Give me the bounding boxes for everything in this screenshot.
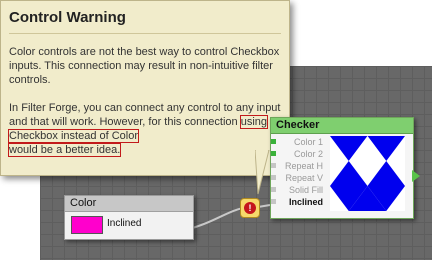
color-node-title[interactable]: Color: [65, 196, 193, 212]
input-port-icon[interactable]: [271, 199, 276, 204]
input-label: Color 1: [293, 137, 323, 147]
input-color-2[interactable]: Color 2: [271, 148, 327, 160]
control-warning-tooltip: Control Warning Color controls are not t…: [0, 0, 290, 176]
tooltip-paragraph-2: In Filter Forge, you can connect any con…: [7, 101, 281, 157]
tooltip-divider: [9, 33, 281, 34]
warning-glyph: !: [244, 202, 256, 214]
input-label: Inclined: [288, 197, 323, 207]
input-color-1[interactable]: Color 1: [271, 136, 327, 148]
input-port-icon[interactable]: [271, 163, 276, 168]
input-port-icon[interactable]: [271, 187, 276, 192]
tooltip-body: Color controls are not the best way to c…: [7, 45, 281, 171]
input-label: Repeat V: [285, 173, 323, 183]
input-label: Repeat H: [284, 161, 323, 171]
input-label: Color 2: [293, 149, 323, 159]
input-repeat-h[interactable]: Repeat H: [271, 160, 327, 172]
checker-preview: [330, 136, 405, 211]
input-label: Solid Fill: [288, 185, 323, 195]
input-port-icon[interactable]: [271, 175, 276, 180]
tooltip-paragraph-1: Color controls are not the best way to c…: [9, 46, 280, 86]
input-solid-fill[interactable]: Solid Fill: [271, 184, 327, 196]
input-port-icon[interactable]: [271, 151, 276, 156]
color-node[interactable]: Color Inclined: [64, 195, 194, 240]
checker-node-title[interactable]: Checker: [271, 118, 413, 134]
color-node-label: Inclined: [107, 218, 142, 229]
warning-icon[interactable]: !: [240, 198, 260, 218]
checker-inputs: Color 1 Color 2 Repeat H Repeat V Solid …: [271, 136, 327, 208]
tooltip-paragraph-2-text: In Filter Forge, you can connect any con…: [9, 102, 281, 128]
input-repeat-v[interactable]: Repeat V: [271, 172, 327, 184]
checker-node[interactable]: Checker Color 1 Color 2 Repeat H Repeat …: [270, 117, 414, 219]
output-port-icon[interactable]: [412, 170, 420, 182]
input-inclined[interactable]: Inclined: [271, 196, 327, 208]
tooltip-title: Control Warning: [9, 9, 126, 26]
input-port-icon[interactable]: [271, 139, 276, 144]
highlight-suggestion-2: would be a better idea.: [7, 143, 122, 157]
color-swatch[interactable]: [71, 216, 103, 234]
